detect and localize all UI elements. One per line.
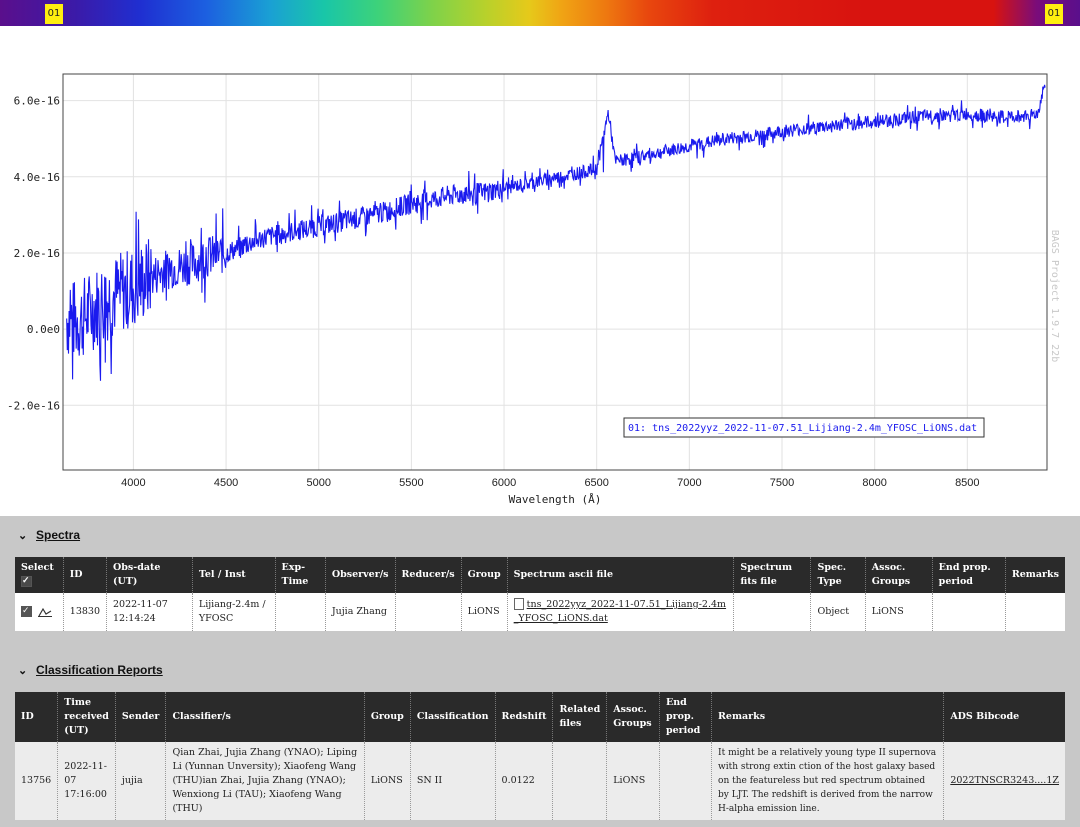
col-cr-remarks: Remarks (711, 692, 945, 742)
exp-time (275, 593, 326, 631)
classification-header-row: ID Time received (UT) Sender Classifier/… (15, 692, 1065, 742)
classification-table: ID Time received (UT) Sender Classifier/… (15, 692, 1065, 820)
tel-inst: Lijiang-2.4m / YFOSC (192, 593, 276, 631)
y-tick-label: 6.0e-16 (14, 95, 60, 108)
classification-table-row: 13756 2022-11-07 17:16:00 jujia Qian Zha… (15, 742, 1065, 820)
col-ads-bibcode: ADS Bibcode (943, 692, 1065, 742)
legend-box[interactable]: 01: tns_2022yyz_2022-11-07.51_Lijiang-2.… (623, 417, 985, 438)
x-tick-label: 6000 (492, 477, 516, 489)
spectrum-tag-right[interactable]: 01 (1045, 4, 1063, 24)
col-redshift: Redshift (495, 692, 554, 742)
col-ascii-file: Spectrum ascii file (507, 557, 735, 593)
y-tick-label: 4.0e-16 (14, 171, 60, 184)
col-fits-file: Spectrum fits file (733, 557, 812, 593)
col-classifiers: Classifier/s (165, 692, 365, 742)
y-tick-label: 2.0e-16 (14, 247, 60, 260)
spectrum-id: 13830 (63, 593, 108, 631)
watermark-text: BAGS Project 1.9.7 22b (1049, 230, 1060, 362)
y-tick-label: -2.0e-16 (7, 399, 60, 412)
col-assoc-groups: Assoc. Groups (865, 557, 933, 593)
cr-classification: SN II (410, 742, 496, 820)
file-icon (513, 598, 524, 610)
cr-classifiers: Qian Zhai, Jujia Zhang (YNAO); Liping Li… (165, 742, 365, 820)
col-group: Group (461, 557, 508, 593)
x-tick-label: 8000 (862, 477, 886, 489)
select-all-checkbox[interactable] (21, 574, 32, 588)
end-prop (932, 593, 1006, 631)
fits-file (733, 593, 812, 631)
cr-group: LiONS (364, 742, 411, 820)
page: 01 01 4000 4500 5000 5500 6000 6500 7000 7500 80… (0, 0, 1080, 827)
plot-frame (62, 73, 1048, 471)
spectra-section-title[interactable]: Spectra (36, 528, 80, 542)
cr-time: 2022-11-07 17:16:00 (57, 742, 116, 820)
cr-end-prop (659, 742, 713, 820)
x-tick-label: 7000 (677, 477, 701, 489)
col-classification: Classification (410, 692, 496, 742)
cr-related-files (552, 742, 608, 820)
spectra-section-header[interactable]: ⌄ Spectra (18, 525, 80, 545)
cr-bibcode-cell: 2022TNSCR3243....1Z (943, 742, 1065, 820)
remarks (1005, 593, 1065, 631)
col-sender: Sender (115, 692, 167, 742)
x-tick-label: 5000 (306, 477, 330, 489)
col-cr-assoc-groups: Assoc. Groups (606, 692, 660, 742)
col-tel-inst: Tel / Inst (192, 557, 276, 593)
ascii-file-cell: tns_2022yyz_2022-11-07.51_Lijiang-2.4m_Y… (507, 593, 735, 631)
x-tick-label: 5500 (399, 477, 423, 489)
col-reducers: Reducer/s (395, 557, 462, 593)
col-id: ID (63, 557, 108, 593)
spectrum-series-line (66, 84, 1046, 381)
observers: Jujia Zhang (325, 593, 396, 631)
classification-section-header[interactable]: ⌄ Classification Reports (18, 660, 163, 680)
spectra-table: Select ID Obs-date (UT) Tel / Inst Exp-T… (15, 557, 1065, 631)
classification-section-title[interactable]: Classification Reports (36, 663, 163, 677)
reducers (395, 593, 462, 631)
col-observers: Observer/s (325, 557, 396, 593)
col-related-files: Related files (552, 692, 608, 742)
ads-bibcode-link[interactable]: 2022TNSCR3243....1Z (950, 775, 1059, 786)
col-end-prop: End prop. period (932, 557, 1006, 593)
ascii-file-link[interactable]: tns_2022yyz_2022-11-07.51_Lijiang-2.4m_Y… (514, 599, 726, 624)
plot-spectrum-icon[interactable] (38, 607, 53, 617)
spec-type: Object (810, 593, 866, 631)
obs-date: 2022-11-07 12:14:24 (106, 593, 193, 631)
cr-id: 13756 (15, 742, 59, 820)
chevron-down-icon[interactable]: ⌄ (18, 664, 32, 677)
cr-sender: jujia (115, 742, 167, 820)
col-cr-end-prop: End prop. period (659, 692, 713, 742)
x-tick-label: 4500 (214, 477, 238, 489)
spectrum-chart[interactable]: 4000 4500 5000 5500 6000 6500 7000 7500 8000 8500… (0, 26, 1080, 516)
select-cell (15, 593, 64, 631)
spectrum-tag-left[interactable]: 01 (45, 4, 63, 24)
color-spectrum-bar: 01 01 (0, 0, 1080, 26)
x-tick-label: 4000 (121, 477, 145, 489)
spectra-header-row: Select ID Obs-date (UT) Tel / Inst Exp-T… (15, 557, 1065, 593)
cr-assoc-groups: LiONS (606, 742, 660, 820)
row-select-checkbox[interactable] (21, 604, 32, 618)
spectrum-plot-panel: 4000 4500 5000 5500 6000 6500 7000 7500 8000 8500… (0, 26, 1080, 516)
spectra-table-row: 13830 2022-11-07 12:14:24 Lijiang-2.4m /… (15, 593, 1065, 631)
chart-grid (63, 74, 1047, 470)
legend-label: 01: tns_2022yyz_2022-11-07.51_Lijiang-2.… (628, 423, 977, 434)
col-cr-group: Group (364, 692, 411, 742)
col-exp-time: Exp-Time (275, 557, 326, 593)
col-remarks: Remarks (1005, 557, 1065, 593)
col-obs-date: Obs-date (UT) (106, 557, 193, 593)
col-select: Select (15, 557, 64, 593)
col-time-received: Time received (UT) (57, 692, 116, 742)
cr-redshift: 0.0122 (495, 742, 554, 820)
col-cr-id: ID (15, 692, 59, 742)
group: LiONS (461, 593, 508, 631)
assoc-groups: LiONS (865, 593, 933, 631)
x-tick-label: 7500 (770, 477, 794, 489)
x-axis-label: Wavelength (Å) (509, 493, 602, 506)
col-spec-type: Spec. Type (810, 557, 866, 593)
x-tick-label: 8500 (955, 477, 979, 489)
cr-remarks: It might be a relatively young type II s… (711, 742, 945, 820)
y-tick-label: 0.0e0 (27, 323, 60, 336)
x-tick-label: 6500 (584, 477, 608, 489)
col-select-label: Select (21, 562, 54, 573)
chevron-down-icon[interactable]: ⌄ (18, 529, 32, 542)
